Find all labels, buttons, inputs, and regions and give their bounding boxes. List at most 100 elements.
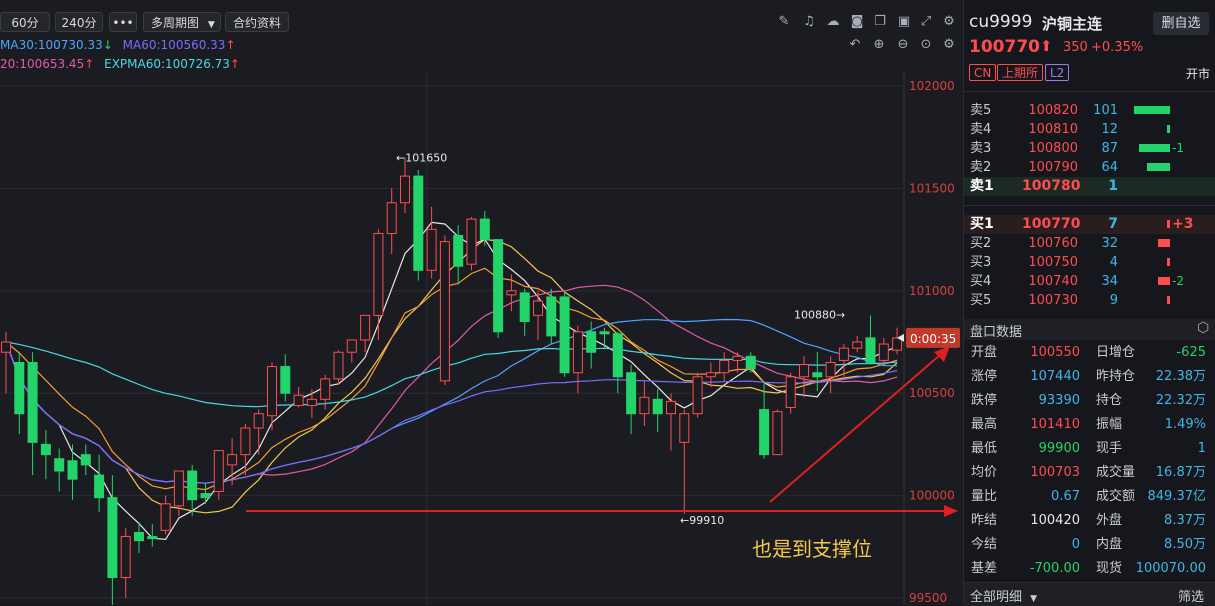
stat-label: 持仓 bbox=[1096, 393, 1123, 408]
exchange-tag: 上期所 bbox=[997, 64, 1044, 81]
screen-icon[interactable]: ▣ bbox=[896, 14, 912, 30]
ma5-line bbox=[5, 221, 898, 541]
candle-body bbox=[865, 337, 876, 363]
candle-body bbox=[120, 536, 131, 579]
cloud-icon[interactable]: ☁ bbox=[825, 14, 841, 30]
ask-level-2[interactable]: 卖2 100790 64 bbox=[964, 158, 1215, 177]
stat-value: 100550 bbox=[1030, 345, 1080, 360]
ma60-legend: MA60:100560.33 bbox=[122, 38, 226, 52]
settings-icon[interactable]: ⚙ bbox=[941, 14, 957, 30]
undo-icon[interactable]: ↶ bbox=[847, 37, 863, 53]
all-details-tab[interactable]: 全部明细 ▼ bbox=[970, 586, 1037, 605]
ma20-arrow: ↑ bbox=[84, 57, 95, 71]
y-tick-label: 101000 bbox=[909, 284, 955, 298]
quote-panel: cu9999 沪铜主连 删自选 100770 ⬆ 350 +0.35% CN 上… bbox=[963, 0, 1215, 606]
expma60-line bbox=[5, 341, 898, 408]
ma20-legend: 20:100653.45 bbox=[0, 57, 85, 71]
stat-value: 849.37亿 bbox=[1147, 489, 1207, 504]
candle-body bbox=[479, 218, 490, 241]
level-label: 买4 bbox=[970, 274, 992, 289]
stat-label: 最高 bbox=[971, 417, 998, 432]
stat-value: 22.32万 bbox=[1155, 393, 1206, 408]
hexagon-settings-icon[interactable]: ⬡ bbox=[1197, 320, 1209, 336]
y-tick-label: 99500 bbox=[909, 591, 947, 605]
stat-value: -700.00 bbox=[1029, 561, 1080, 576]
candle-body bbox=[134, 531, 144, 542]
candle-body bbox=[812, 372, 823, 378]
fullscreen-icon[interactable]: ⤢ bbox=[918, 14, 934, 30]
market-data-row: 跌停 93390 持仓 22.32万 bbox=[964, 389, 1215, 413]
level-volume: 101 bbox=[1093, 103, 1118, 118]
stat-label: 日增仓 bbox=[1096, 345, 1136, 360]
level-volume-bar bbox=[1134, 106, 1170, 114]
pencil-icon[interactable]: ✎ bbox=[776, 14, 792, 30]
ask-level-4[interactable]: 卖4 100810 12 bbox=[964, 120, 1215, 139]
stat-label: 外盘 bbox=[1096, 513, 1123, 528]
candle-body bbox=[173, 470, 184, 507]
market-data-row: 最低 99900 现手 1 bbox=[964, 437, 1215, 461]
contract-info-button[interactable]: 合约资料 bbox=[225, 12, 289, 32]
stat-value: 100070.00 bbox=[1135, 561, 1206, 576]
level-label: 买1 bbox=[970, 216, 994, 232]
level-volume: 7 bbox=[1108, 216, 1118, 232]
level-price: 100750 bbox=[1028, 255, 1078, 270]
candle-body bbox=[878, 343, 889, 361]
candle-body bbox=[453, 235, 464, 267]
level-label: 卖4 bbox=[970, 122, 992, 137]
stat-value: 107440 bbox=[1030, 369, 1080, 384]
stat-label: 最低 bbox=[971, 441, 998, 456]
period-240-button[interactable]: 240分 bbox=[55, 12, 103, 32]
level-label: 买2 bbox=[970, 236, 992, 251]
bell-icon[interactable]: ♫ bbox=[801, 14, 817, 30]
candle-body bbox=[719, 359, 730, 374]
zoom-out-icon[interactable]: ⊖ bbox=[895, 37, 911, 53]
symbol-code: cu9999 bbox=[969, 12, 1033, 32]
ask-level-3[interactable]: 卖3 100800 87 -1 bbox=[964, 139, 1215, 158]
level-volume-bar bbox=[1157, 277, 1170, 285]
zoom-in-icon[interactable]: ⊕ bbox=[871, 37, 887, 53]
stat-label: 今结 bbox=[971, 537, 998, 552]
stat-label: 现手 bbox=[1096, 441, 1123, 456]
ema12-line bbox=[5, 267, 898, 491]
ask-level-1[interactable]: 卖1 100780 1 bbox=[964, 177, 1215, 196]
multi-period-dropdown[interactable]: 多周期图 ▼ bbox=[143, 12, 221, 32]
reset-icon[interactable]: ⊙ bbox=[918, 37, 934, 53]
level-price: 100730 bbox=[1028, 293, 1078, 308]
bid-level-5[interactable]: 买5 100730 9 bbox=[964, 291, 1215, 310]
candlestick-chart[interactable]: 102000 101500 101000 100500 100000 99500 ←1016… bbox=[0, 0, 963, 605]
candle-body bbox=[213, 450, 224, 493]
more-button[interactable]: ••• bbox=[109, 12, 137, 32]
indicator-legend-row1: MA30:100730.33↓ MA60:100560.33↑ bbox=[0, 38, 236, 52]
y-tick-label: 102000 bbox=[909, 79, 955, 93]
level-volume: 34 bbox=[1101, 274, 1118, 289]
stat-label: 基差 bbox=[971, 561, 998, 576]
market-tag: CN bbox=[969, 64, 997, 81]
y-tick-label: 100000 bbox=[909, 489, 955, 503]
stat-label: 量比 bbox=[971, 489, 998, 504]
candle-body bbox=[493, 239, 504, 333]
period-60-button[interactable]: 60分 bbox=[0, 12, 50, 32]
candle-body bbox=[506, 290, 517, 296]
bid-level-2[interactable]: 买2 100760 32 bbox=[964, 234, 1215, 253]
market-data-row: 今结 0 内盘 8.50万 bbox=[964, 533, 1215, 557]
bid-level-3[interactable]: 买3 100750 4 bbox=[964, 253, 1215, 272]
copy-icon[interactable]: ❐ bbox=[872, 14, 888, 30]
bid-level-4[interactable]: 买4 100740 34 -2 bbox=[964, 272, 1215, 291]
diagonal-arrow-head bbox=[934, 346, 950, 362]
level-price: 100800 bbox=[1028, 141, 1078, 156]
remove-watchlist-button[interactable]: 删自选 bbox=[1153, 12, 1209, 35]
filter-button[interactable]: 筛选 bbox=[1178, 586, 1204, 605]
bid-level-1[interactable]: 买1 100770 7 +3 bbox=[964, 215, 1215, 234]
candle-body bbox=[772, 411, 783, 456]
candle-body bbox=[546, 296, 557, 337]
ask-level-5[interactable]: 卖5 100820 101 bbox=[964, 101, 1215, 120]
market-data-row: 开盘 100550 日增仓 -625 bbox=[964, 341, 1215, 365]
candle-body bbox=[400, 175, 410, 204]
camera-icon[interactable]: ◙ bbox=[849, 14, 865, 30]
stat-label: 现货 bbox=[1096, 561, 1123, 576]
candle-body bbox=[572, 331, 583, 374]
spread-divider bbox=[964, 205, 1215, 206]
low-label: ←99910 bbox=[680, 514, 724, 527]
chart-pane[interactable]: 102000 101500 101000 100500 100000 99500 ←1016… bbox=[0, 0, 963, 605]
gear-icon[interactable]: ⚙ bbox=[941, 37, 957, 53]
